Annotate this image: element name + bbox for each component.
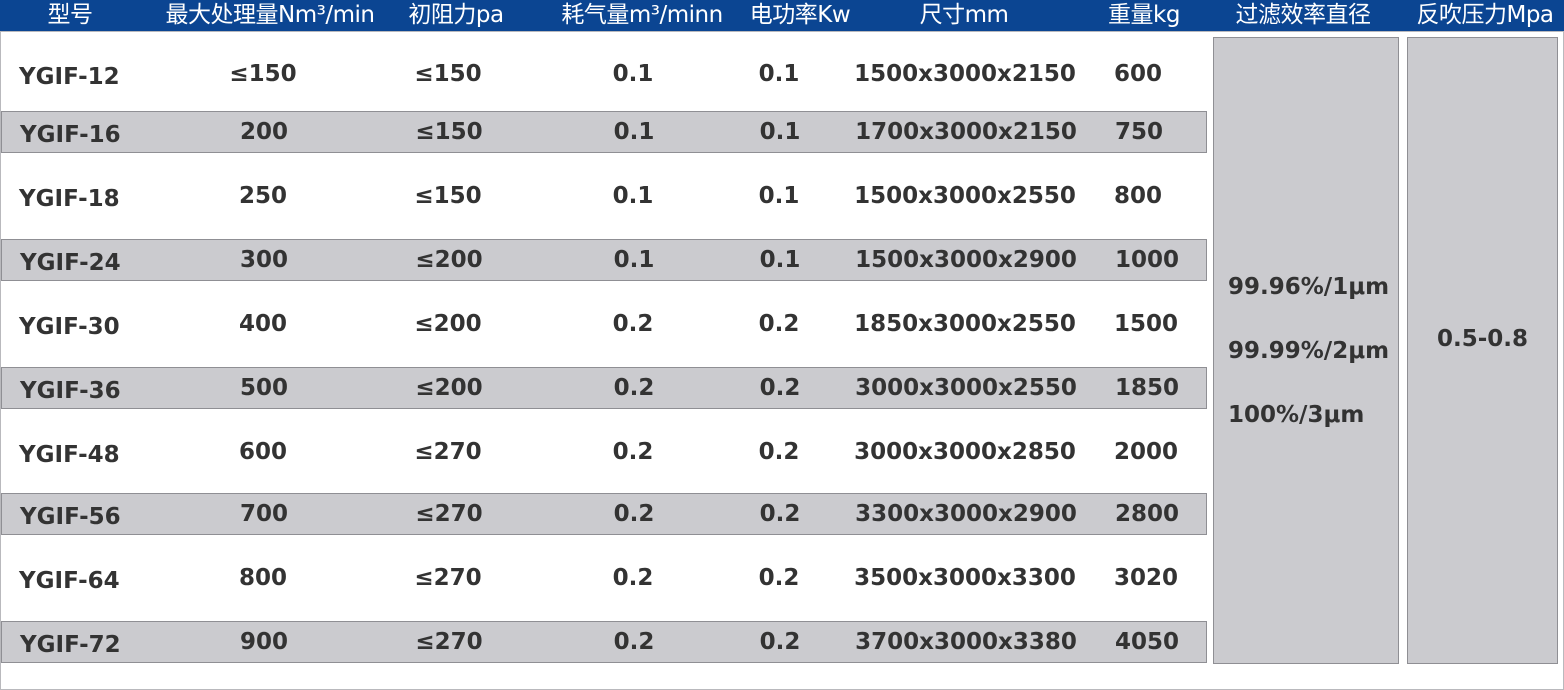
cell-size: 3000x3000x2550 [855,375,1077,401]
cell-model: YGIF-72 [20,632,121,658]
cell-power: 0.1 [758,183,800,209]
cell-size: 1850x3000x2550 [854,311,1076,337]
cell-air: 0.2 [613,629,655,655]
cell-power: 0.2 [758,311,800,337]
cell-model: YGIF-24 [20,250,121,276]
cell-air: 0.1 [613,247,655,273]
cell-model: YGIF-16 [20,122,121,148]
header-efficiency: 过滤效率直径 [1235,2,1372,28]
cell-size: 3700x3000x3380 [855,629,1077,655]
cell-size: 1500x3000x2900 [855,247,1077,273]
cell-capacity: 250 [238,183,288,209]
cell-model: YGIF-12 [19,63,120,90]
cell-power: 0.1 [759,247,801,273]
cell-weight: 4050 [1115,629,1180,655]
cell-air: 0.2 [613,375,655,401]
cell-size: 1500x3000x2550 [854,183,1076,209]
spec-table: YGIF-12 ≤150 ≤150 0.1 0.1 1500x3000x2150… [0,31,1564,690]
cell-air: 0.1 [612,183,654,209]
table-header: 型号 最大处理量Nm³/min 初阻力pa 耗气量m³/minn 电功率Kw 尺… [0,0,1564,31]
cell-model: YGIF-48 [19,442,120,468]
cell-capacity: 900 [239,629,289,655]
cell-air: 0.1 [612,60,654,87]
cell-resistance: ≤150 [415,119,483,145]
cell-weight: 1500 [1114,311,1179,337]
cell-capacity: 200 [239,119,289,145]
cell-air: 0.2 [612,439,654,465]
cell-capacity: 300 [239,247,289,273]
cell-capacity: 500 [239,375,289,401]
header-power: 电功率Kw [749,2,851,28]
cell-power: 0.2 [758,565,800,591]
table-row: YGIF-36 500 ≤200 0.2 0.2 3000x3000x2550 … [1,367,1207,409]
cell-resistance: ≤200 [414,311,482,337]
table-row: YGIF-12 ≤150 ≤150 0.1 0.1 1500x3000x2150… [1,37,1207,110]
cell-air: 0.2 [612,311,654,337]
cell-model: YGIF-64 [19,568,120,594]
cell-weight: 2800 [1115,501,1180,527]
cell-capacity: 700 [239,501,289,527]
cell-power: 0.2 [759,629,801,655]
cell-weight: 800 [1114,183,1163,209]
cell-model: YGIF-18 [19,186,120,212]
cell-capacity: ≤150 [229,60,297,87]
header-pressure: 反吹压力Mpa [1416,2,1554,28]
header-air: 耗气量m³/minn [561,2,723,28]
table-row: YGIF-24 300 ≤200 0.1 0.1 1500x3000x2900 … [1,239,1207,281]
table-row: YGIF-18 250 ≤150 0.1 0.1 1500x3000x2550 … [1,153,1207,239]
cell-weight: 3020 [1114,565,1179,591]
cell-weight: 2000 [1114,439,1179,465]
cell-size: 3500x3000x3300 [854,565,1076,591]
table-row: YGIF-48 600 ≤270 0.2 0.2 3000x3000x2850 … [1,409,1207,495]
cell-power: 0.2 [759,375,801,401]
cell-model: YGIF-36 [20,378,121,404]
cell-resistance: ≤270 [414,439,482,465]
cell-resistance: ≤270 [415,629,483,655]
cell-air: 0.2 [612,565,654,591]
cell-size: 1700x3000x2150 [855,119,1077,145]
cell-capacity: 400 [238,311,288,337]
cell-resistance: ≤270 [414,565,482,591]
table-row: YGIF-56 700 ≤270 0.2 0.2 3300x3000x2900 … [1,493,1207,535]
header-weight: 重量kg [1108,2,1180,28]
header-model: 型号 [47,2,94,28]
cell-model: YGIF-30 [19,314,120,340]
efficiency-value: 99.99%/2μm [1228,338,1390,364]
cell-air: 0.2 [613,501,655,527]
table-row: YGIF-64 800 ≤270 0.2 0.2 3500x3000x3300 … [1,535,1207,621]
table-row: YGIF-30 400 ≤200 0.2 0.2 1850x3000x2550 … [1,281,1207,367]
table-row: YGIF-16 200 ≤150 0.1 0.1 1700x3000x2150 … [1,111,1207,153]
cell-power: 0.1 [758,60,800,87]
cell-capacity: 600 [238,439,288,465]
cell-weight: 1850 [1115,375,1180,401]
cell-size: 1500x3000x2150 [854,60,1076,87]
table-row: YGIF-72 900 ≤270 0.2 0.2 3700x3000x3380 … [1,621,1207,663]
cell-weight: 750 [1115,119,1164,145]
cell-resistance: ≤270 [415,501,483,527]
cell-capacity: 800 [238,565,288,591]
cell-weight: 1000 [1115,247,1180,273]
pressure-value: 0.5-0.8 [1436,326,1529,352]
cell-size: 3000x3000x2850 [854,439,1076,465]
efficiency-value: 100%/3μm [1228,402,1365,428]
cell-resistance: ≤200 [415,247,483,273]
efficiency-value: 99.96%/1μm [1228,274,1390,300]
cell-resistance: ≤150 [414,60,482,87]
cell-weight: 600 [1114,60,1163,87]
cell-model: YGIF-56 [20,504,121,530]
cell-air: 0.1 [613,119,655,145]
header-size: 尺寸mm [919,2,1009,28]
pressure-panel: 0.5-0.8 [1407,37,1558,664]
cell-power: 0.2 [758,439,800,465]
efficiency-panel: 99.96%/1μm 99.99%/2μm 100%/3μm [1213,37,1399,664]
cell-resistance: ≤200 [415,375,483,401]
header-capacity: 最大处理量Nm³/min [165,2,375,28]
header-resistance: 初阻力pa [408,2,504,28]
cell-resistance: ≤150 [414,183,482,209]
cell-power: 0.2 [759,501,801,527]
cell-power: 0.1 [759,119,801,145]
cell-size: 3300x3000x2900 [855,501,1077,527]
